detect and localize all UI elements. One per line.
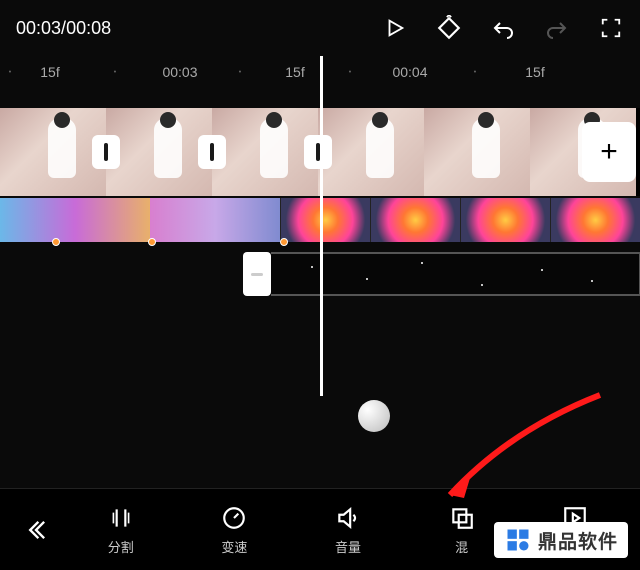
video-clip[interactable] xyxy=(212,108,318,196)
overlay-clip[interactable] xyxy=(271,252,640,296)
volume-label: 音量 xyxy=(335,537,361,556)
video-clip[interactable] xyxy=(318,108,424,196)
play-button[interactable] xyxy=(382,15,408,41)
keyframe-dot[interactable] xyxy=(52,238,60,246)
volume-tool[interactable]: 音量 xyxy=(312,503,384,556)
volume-icon xyxy=(333,503,363,533)
watermark-icon xyxy=(504,526,532,554)
effect-clip[interactable] xyxy=(0,198,150,242)
effect-clip[interactable] xyxy=(460,198,550,242)
watermark-text: 鼎品软件 xyxy=(538,527,618,554)
redo-button[interactable] xyxy=(544,15,570,41)
video-clip[interactable] xyxy=(106,108,212,196)
keyframe-dot[interactable] xyxy=(280,238,288,246)
video-clip[interactable] xyxy=(0,108,106,196)
ruler-label: 00:04 xyxy=(380,64,440,80)
video-clip[interactable] xyxy=(424,108,530,196)
overlay-handle[interactable] xyxy=(243,252,271,296)
blend-label: 混 xyxy=(455,537,468,556)
add-clip-button[interactable]: + xyxy=(582,122,636,182)
effect-clip[interactable] xyxy=(280,198,370,242)
transition-button[interactable] xyxy=(198,135,226,169)
watermark: 鼎品软件 xyxy=(494,522,628,558)
effect-clip[interactable] xyxy=(370,198,460,242)
transition-button[interactable] xyxy=(304,135,332,169)
back-button[interactable] xyxy=(8,502,64,558)
undo-button[interactable] xyxy=(490,15,516,41)
ruler-label: 15f xyxy=(510,64,560,80)
speed-tool[interactable]: 变速 xyxy=(198,503,270,556)
effect-clip[interactable] xyxy=(150,198,280,242)
speed-label: 变速 xyxy=(221,537,247,556)
speed-icon xyxy=(219,503,249,533)
ruler-label: 15f xyxy=(20,64,80,80)
keyframe-button[interactable] xyxy=(436,15,462,41)
scrubber-ball[interactable] xyxy=(358,400,390,432)
split-icon xyxy=(106,503,136,533)
effect-clip[interactable] xyxy=(550,198,640,242)
blend-icon xyxy=(447,503,477,533)
split-label: 分割 xyxy=(108,537,134,556)
fullscreen-button[interactable] xyxy=(598,15,624,41)
blend-tool[interactable]: 混 xyxy=(426,503,498,556)
playhead[interactable] xyxy=(320,56,323,396)
ruler-label: 00:03 xyxy=(150,64,210,80)
time-display: 00:03/00:08 xyxy=(16,18,374,39)
current-time: 00:03 xyxy=(16,18,61,38)
split-tool[interactable]: 分割 xyxy=(85,503,157,556)
ruler-label: 15f xyxy=(270,64,320,80)
keyframe-dot[interactable] xyxy=(148,238,156,246)
total-time: 00:08 xyxy=(66,18,111,38)
transition-button[interactable] xyxy=(92,135,120,169)
